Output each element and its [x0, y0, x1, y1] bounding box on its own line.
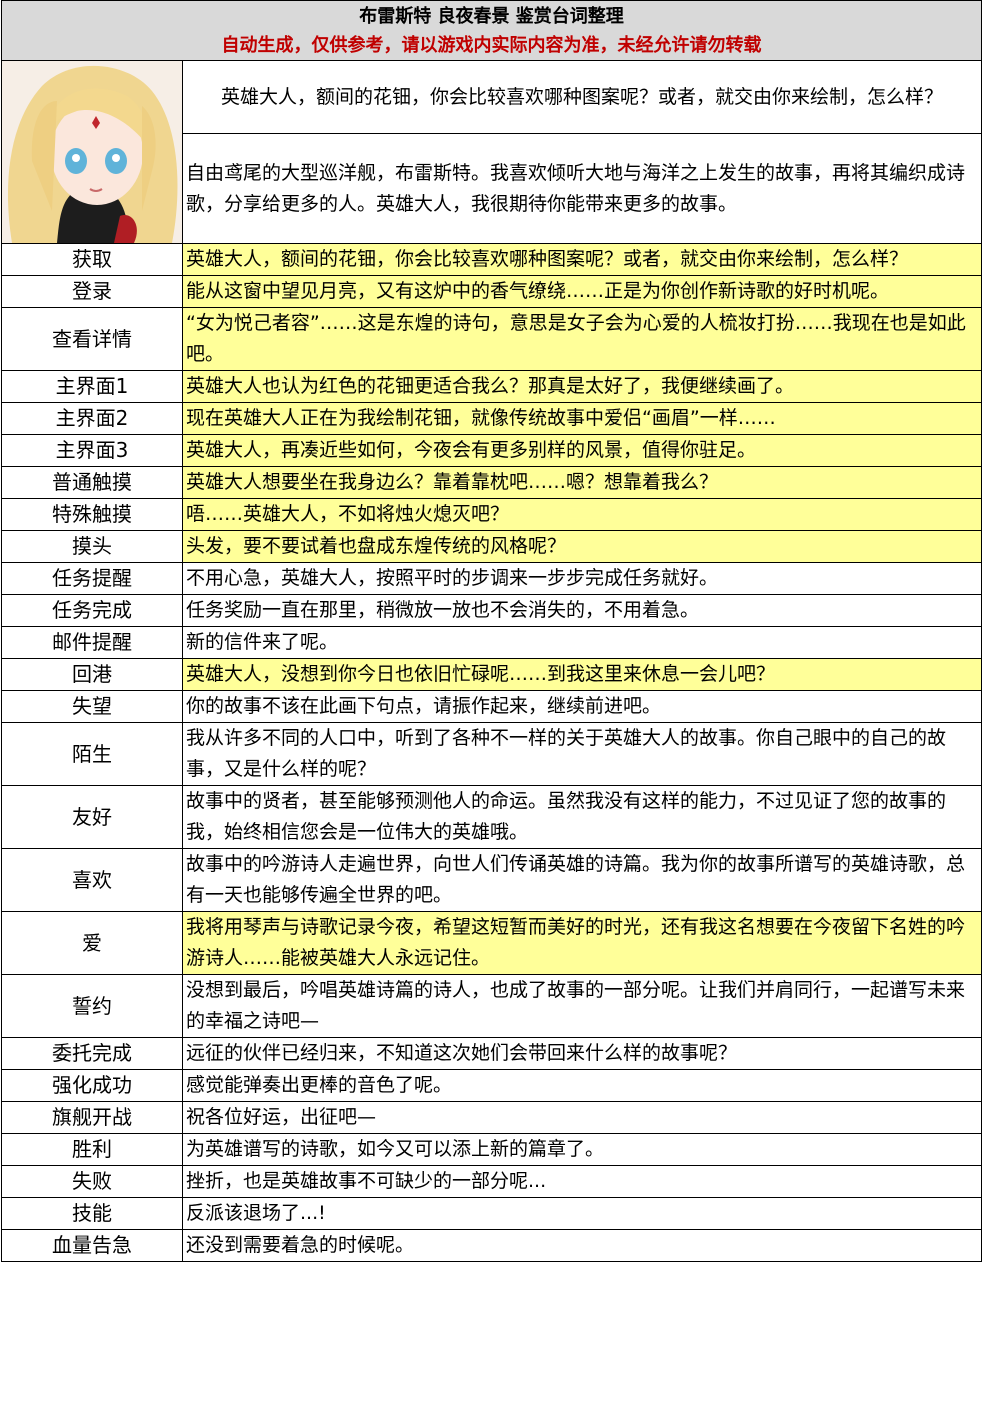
voice-line-text: 远征的伙伴已经归来，不知道这次她们会带回来什么样的故事呢？: [182, 1037, 982, 1070]
voice-line-text: “女为悦己者容”……这是东煌的诗句，意思是女子会为心爱的人梳妆打扮……我现在也是…: [182, 307, 982, 371]
voice-line-row: 主界面2 现在英雄大人正在为我绘制花钿，就像传统故事中爱侣“画眉”一样……: [1, 402, 982, 435]
voice-line-text: 我将用琴声与诗歌记录今夜，希望这短暂而美好的时光，还有我这名想要在今夜留下名姓的…: [182, 911, 982, 975]
voice-line-label: 喜欢: [1, 848, 183, 912]
voice-line-label: 旗舰开战: [1, 1101, 183, 1134]
voice-line-label: 胜利: [1, 1133, 183, 1166]
voice-line-row: 友好 故事中的贤者，甚至能够预测他人的命运。虽然我没有这样的能力，不过见证了您的故…: [1, 785, 982, 849]
voice-line-text: 英雄大人也认为红色的花钿更适合我么？那真是太好了，我便继续画了。: [182, 370, 982, 403]
voice-line-row: 任务提醒 不用心急，英雄大人，按照平时的步调来一步步完成任务就好。: [1, 562, 982, 595]
voice-line-text: 为英雄谱写的诗歌，如今又可以添上新的篇章了。: [182, 1133, 982, 1166]
voice-line-text: 祝各位好运，出征吧—: [182, 1101, 982, 1134]
voice-line-label: 登录: [1, 275, 183, 308]
voice-line-row: 普通触摸 英雄大人想要坐在我身边么？靠着靠枕吧……嗯？想靠着我么？: [1, 466, 982, 499]
voice-line-text: 你的故事不该在此画下句点，请振作起来，继续前进吧。: [182, 690, 982, 723]
voice-line-label: 委托完成: [1, 1037, 183, 1070]
voice-line-row: 旗舰开战 祝各位好运，出征吧—: [1, 1101, 982, 1134]
voice-line-text: 不用心急，英雄大人，按照平时的步调来一步步完成任务就好。: [182, 562, 982, 595]
voice-line-label: 查看详情: [1, 307, 183, 371]
header-row: 布雷斯特 良夜春景 鉴赏台词整理 自动生成，仅供参考，请以游戏内实际内容为准，未…: [1, 0, 982, 61]
voice-line-row: 失败 挫折，也是英雄故事不可缺少的一部分呢...: [1, 1165, 982, 1198]
intro-line-1: 英雄大人，额间的花钿，你会比较喜欢哪种图案呢？或者，就交由你来绘制，怎么样？: [182, 59, 982, 135]
voice-line-text: 我从许多不同的人口中，听到了各种不一样的关于英雄大人的故事。你自己眼中的自己的故…: [182, 722, 982, 786]
voice-line-text: 英雄大人，额间的花钿，你会比较喜欢哪种图案呢？或者，就交由你来绘制，怎么样？: [182, 243, 982, 276]
voice-line-row: 喜欢 故事中的吟游诗人走遍世界，向世人们传诵英雄的诗篇。我为你的故事所谱写的英雄诗…: [1, 848, 982, 912]
voice-line-row: 爱我将用琴声与诗歌记录今夜，希望这短暂而美好的时光，还有我这名想要在今夜留下名姓…: [1, 911, 982, 975]
voice-line-row: 强化成功 感觉能弹奏出更棒的音色了呢。: [1, 1069, 982, 1102]
voice-line-row: 回港 英雄大人，没想到你今日也依旧忙碌呢……到我这里来休息一会儿吧？: [1, 658, 982, 691]
voice-line-text: 唔……英雄大人，不如将烛火熄灭吧？: [182, 498, 982, 531]
voice-line-label: 摸头: [1, 530, 183, 563]
portrait-illustration: [2, 61, 182, 243]
intro-row-1: 英雄大人，额间的花钿，你会比较喜欢哪种图案呢？或者，就交由你来绘制，怎么样？: [1, 59, 982, 244]
voice-line-label: 普通触摸: [1, 466, 183, 499]
voice-line-row: 任务完成 任务奖励一直在那里，稍微放一放也不会消失的，不用着急。: [1, 594, 982, 627]
voice-line-row: 获取 英雄大人，额间的花钿，你会比较喜欢哪种图案呢？或者，就交由你来绘制，怎么样？: [1, 243, 982, 276]
header-cell: 布雷斯特 良夜春景 鉴赏台词整理 自动生成，仅供参考，请以游戏内实际内容为准，未…: [1, 0, 982, 61]
voice-line-text: 没想到最后，吟唱英雄诗篇的诗人，也成了故事的一部分呢。让我们并肩同行，一起谱写未…: [182, 974, 982, 1038]
voice-line-label: 陌生: [1, 722, 183, 786]
voice-line-text: 任务奖励一直在那里，稍微放一放也不会消失的，不用着急。: [182, 594, 982, 627]
voice-line-text: 挫折，也是英雄故事不可缺少的一部分呢...: [182, 1165, 982, 1198]
voice-line-label: 失败: [1, 1165, 183, 1198]
voice-line-label: 邮件提醒: [1, 626, 183, 659]
page-title: 布雷斯特 良夜春景 鉴赏台词整理: [359, 6, 624, 27]
voice-line-text: 英雄大人，没想到你今日也依旧忙碌呢……到我这里来休息一会儿吧？: [182, 658, 982, 691]
disclaimer: 自动生成，仅供参考，请以游戏内实际内容为准，未经允许请勿转载: [221, 35, 762, 56]
voice-line-row: 特殊触摸 唔……英雄大人，不如将烛火熄灭吧？: [1, 498, 982, 531]
voice-line-label: 誓约: [1, 974, 183, 1038]
voice-line-row: 主界面1 英雄大人也认为红色的花钿更适合我么？那真是太好了，我便继续画了。: [1, 370, 982, 403]
voice-line-row: 失望 你的故事不该在此画下句点，请振作起来，继续前进吧。: [1, 690, 982, 723]
voice-line-row: 委托完成 远征的伙伴已经归来，不知道这次她们会带回来什么样的故事呢？: [1, 1037, 982, 1070]
voice-line-label: 失望: [1, 690, 183, 723]
intro-line-2: 自由鸢尾的大型巡洋舰，布雷斯特。我喜欢倾听大地与海洋之上发生的故事，再将其编织成…: [182, 133, 982, 244]
voice-line-label: 技能: [1, 1197, 183, 1230]
voice-line-row: 邮件提醒 新的信件来了呢。: [1, 626, 982, 659]
voice-line-text: 故事中的贤者，甚至能够预测他人的命运。虽然我没有这样的能力，不过见证了您的故事的…: [182, 785, 982, 849]
voice-line-text: 能从这窗中望见月亮，又有这炉中的香气缭绕……正是为你创作新诗歌的好时机呢。: [182, 275, 982, 308]
voice-line-label: 获取: [1, 243, 183, 276]
voice-line-text: 头发，要不要试着也盘成东煌传统的风格呢？: [182, 530, 982, 563]
voice-line-label: 任务提醒: [1, 562, 183, 595]
voice-lines-table: 布雷斯特 良夜春景 鉴赏台词整理 自动生成，仅供参考，请以游戏内实际内容为准，未…: [1, 0, 982, 1262]
character-portrait: [1, 60, 183, 244]
voice-line-label: 主界面3: [1, 434, 183, 467]
voice-line-label: 强化成功: [1, 1069, 183, 1102]
voice-line-label: 友好: [1, 785, 183, 849]
voice-line-label: 血量告急: [1, 1229, 183, 1262]
voice-line-text: 故事中的吟游诗人走遍世界，向世人们传诵英雄的诗篇。我为你的故事所谱写的英雄诗歌，…: [182, 848, 982, 912]
voice-line-row: 登录 能从这窗中望见月亮，又有这炉中的香气缭绕……正是为你创作新诗歌的好时机呢。: [1, 275, 982, 308]
voice-line-row: 查看详情 “女为悦己者容”……这是东煌的诗句，意思是女子会为心爱的人梳妆打扮……我…: [1, 307, 982, 371]
voice-line-label: 主界面2: [1, 402, 183, 435]
voice-line-label: 任务完成: [1, 594, 183, 627]
voice-line-label: 主界面1: [1, 370, 183, 403]
voice-line-row: 血量告急 还没到需要着急的时候呢。: [1, 1229, 982, 1262]
voice-line-row: 主界面3 英雄大人，再凑近些如何，今夜会有更多别样的风景，值得你驻足。: [1, 434, 982, 467]
voice-line-text: 英雄大人想要坐在我身边么？靠着靠枕吧……嗯？想靠着我么？: [182, 466, 982, 499]
voice-line-label: 爱: [1, 911, 183, 975]
voice-line-text: 感觉能弹奏出更棒的音色了呢。: [182, 1069, 982, 1102]
voice-line-text: 还没到需要着急的时候呢。: [182, 1229, 982, 1262]
voice-line-row: 陌生 我从许多不同的人口中，听到了各种不一样的关于英雄大人的故事。你自己眼中的自己…: [1, 722, 982, 786]
voice-line-row: 摸头 头发，要不要试着也盘成东煌传统的风格呢？: [1, 530, 982, 563]
voice-line-row: 胜利 为英雄谱写的诗歌，如今又可以添上新的篇章了。: [1, 1133, 982, 1166]
voice-line-text: 新的信件来了呢。: [182, 626, 982, 659]
voice-line-text: 现在英雄大人正在为我绘制花钿，就像传统故事中爱侣“画眉”一样……: [182, 402, 982, 435]
voice-line-text: 反派该退场了...!: [182, 1197, 982, 1230]
voice-line-text: 英雄大人，再凑近些如何，今夜会有更多别样的风景，值得你驻足。: [182, 434, 982, 467]
voice-line-label: 特殊触摸: [1, 498, 183, 531]
voice-line-row: 誓约 没想到最后，吟唱英雄诗篇的诗人，也成了故事的一部分呢。让我们并肩同行，一起谱…: [1, 974, 982, 1038]
voice-line-label: 回港: [1, 658, 183, 691]
voice-line-row: 技能 反派该退场了...!: [1, 1197, 982, 1230]
